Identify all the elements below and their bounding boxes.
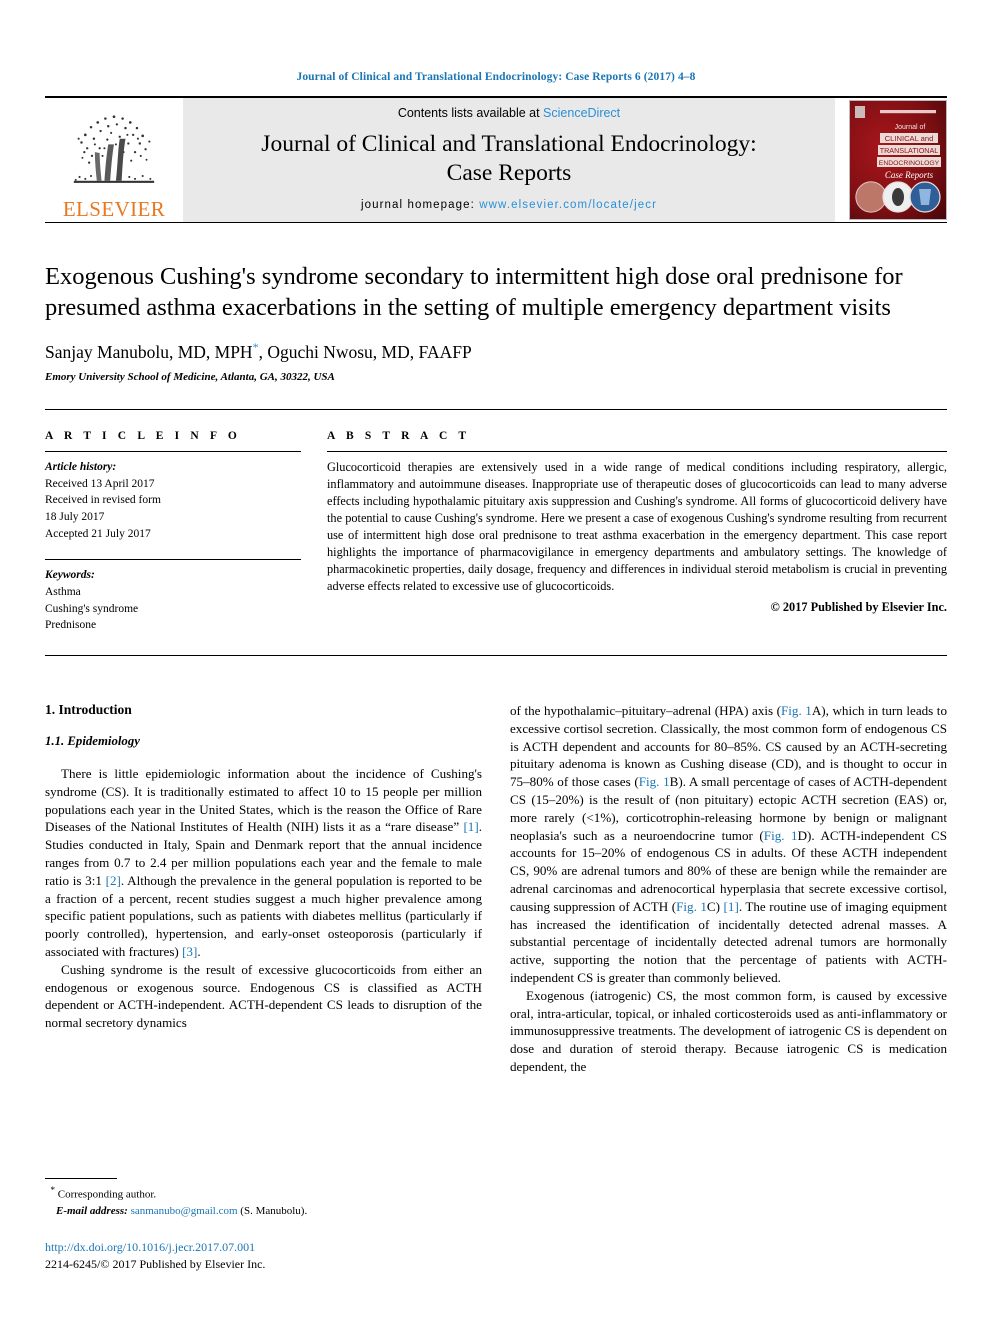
elsevier-logo-block: ELSEVIER (45, 98, 183, 222)
svg-text:ENDOCRINOLOGY: ENDOCRINOLOGY (879, 160, 940, 167)
elsevier-wordmark: ELSEVIER (62, 196, 166, 221)
footer-block: * Corresponding author. E-mail address: … (45, 1177, 485, 1273)
contents-available-line: Contents lists available at ScienceDirec… (398, 106, 620, 120)
para-text: C) (706, 898, 724, 914)
body-column-left: 1. Introduction 1.1. Epidemiology There … (45, 702, 482, 1076)
issn-copyright-line: 2214-6245/© 2017 Published by Elsevier I… (45, 1257, 266, 1272)
para-text: There is little epidemiologic informatio… (45, 766, 482, 835)
svg-text:Case Reports: Case Reports (885, 170, 934, 180)
doi-block: http://dx.doi.org/10.1016/j.jecr.2017.07… (45, 1239, 485, 1273)
journal-homepage-line: journal homepage: www.elsevier.com/locat… (361, 199, 657, 211)
sciencedirect-link[interactable]: ScienceDirect (543, 106, 620, 120)
email-suffix: (S. Manubolu). (240, 1204, 308, 1217)
article-history-label: Article history: (45, 461, 117, 474)
figure-ref-1a[interactable]: Fig. 1 (781, 703, 812, 718)
citation-ref-2[interactable]: [2] (106, 873, 121, 888)
paragraph-right-1: of the hypothalamic–pituitary–adrenal (H… (510, 702, 947, 987)
paragraph-epidemiology-2: Cushing syndrome is the result of excess… (45, 961, 482, 1031)
abstract-rule (327, 451, 947, 453)
email-line: E-mail address: sanmanubo@gmail.com (S. … (45, 1203, 485, 1220)
footnote-rule (45, 1177, 117, 1179)
journal-masthead: ELSEVIER Contents lists available at Sci… (45, 95, 947, 222)
info-abstract-block: A R T I C L E I N F O Article history: R… (45, 409, 947, 634)
journal-title-line1: Journal of Clinical and Translational En… (261, 130, 757, 157)
journal-article-page: Journal of Clinical and Translational En… (0, 0, 992, 1323)
contents-prefix: Contents lists available at (397, 105, 544, 120)
journal-cover-art: Journal of CLINICAL and TRANSLATIONAL EN… (850, 100, 946, 219)
corresponding-author-line: * Corresponding author. (45, 1184, 485, 1203)
running-head: Journal of Clinical and Translational En… (296, 71, 696, 83)
doi-link[interactable]: http://dx.doi.org/10.1016/j.jecr.2017.07… (45, 1239, 485, 1256)
journal-homepage-link[interactable]: www.elsevier.com/locate/jecr (479, 199, 657, 211)
article-info-rule (45, 451, 301, 453)
history-item: Received 13 April 2017 (45, 477, 155, 490)
email-link[interactable]: sanmanubo@gmail.com (131, 1205, 238, 1217)
keyword-item: Cushing's syndrome (45, 602, 139, 615)
abstract-copyright: © 2017 Published by Elsevier Inc. (770, 599, 947, 614)
history-item: 18 July 2017 (45, 511, 105, 524)
figure-ref-1d[interactable]: Fig. 1 (764, 828, 798, 843)
footnote-star-marker: * (50, 1184, 56, 1195)
abstract-text: Glucocorticoid therapies are extensively… (327, 460, 947, 593)
author-secondary: , Oguchi Nwosu, MD, FAAFP (258, 342, 472, 363)
homepage-label: journal homepage: (360, 199, 480, 212)
journal-title-line2: Case Reports (446, 159, 572, 186)
body-column-right: of the hypothalamic–pituitary–adrenal (H… (510, 702, 947, 1076)
citation-ref-1[interactable]: [1] (463, 819, 478, 834)
figure-ref-1c[interactable]: Fig. 1 (676, 899, 707, 914)
paragraph-epidemiology-1: There is little epidemiologic informatio… (45, 765, 482, 961)
abstract-heading: A B S T R A C T (327, 430, 471, 443)
svg-text:TRANSLATIONAL: TRANSLATIONAL (880, 146, 939, 155)
affiliation: Emory University School of Medicine, Atl… (45, 371, 335, 384)
citation-ref-1-right[interactable]: [1] (724, 899, 739, 914)
figure-ref-1b[interactable]: Fig. 1 (639, 774, 670, 789)
keyword-item: Asthma (45, 586, 81, 599)
subsection-heading-epidemiology: 1.1. Epidemiology (45, 734, 140, 749)
journal-title: Journal of Clinical and Translational En… (261, 130, 756, 187)
para-text: . (197, 944, 201, 960)
body-columns: 1. Introduction 1.1. Epidemiology There … (45, 702, 947, 1076)
author-primary: Sanjay Manubolu, MD, MPH (45, 342, 253, 363)
svg-text:CLINICAL and: CLINICAL and (885, 134, 934, 143)
para-text: of the hypothalamic–pituitary–adrenal (H… (510, 703, 782, 719)
keywords-label: Keywords: (45, 569, 95, 582)
corresponding-author-label: Corresponding author. (57, 1188, 157, 1201)
journal-cover-thumbnail: Journal of CLINICAL and TRANSLATIONAL EN… (849, 99, 947, 220)
abstract-bottom-rule (45, 655, 947, 657)
abstract-column: A B S T R A C T Glucocorticoid therapies… (327, 430, 947, 634)
article-title: Exogenous Cushing's syndrome secondary t… (45, 262, 903, 321)
paragraph-right-2: Exogenous (iatrogenic) CS, the most comm… (510, 987, 947, 1075)
svg-text:Journal of: Journal of (895, 124, 926, 131)
elsevier-tree-icon (73, 114, 155, 183)
article-info-column: A R T I C L E I N F O Article history: R… (45, 430, 301, 634)
history-item: Accepted 21 July 2017 (45, 527, 151, 540)
citation-ref-3[interactable]: [3] (182, 944, 197, 959)
keywords-rule (45, 559, 301, 561)
section-heading-introduction: 1. Introduction (45, 702, 132, 718)
keyword-item: Prednisone (45, 619, 97, 632)
masthead-bottom-rule (45, 221, 947, 223)
author-list: Sanjay Manubolu, MD, MPH*, Oguchi Nwosu,… (45, 340, 947, 363)
history-item: Received in revised form (45, 494, 161, 507)
email-label: E-mail address: (56, 1204, 128, 1217)
journal-cover-block: Journal of CLINICAL and TRANSLATIONAL EN… (835, 98, 947, 222)
contents-box: Contents lists available at ScienceDirec… (183, 97, 835, 222)
article-info-heading: A R T I C L E I N F O (45, 430, 241, 443)
